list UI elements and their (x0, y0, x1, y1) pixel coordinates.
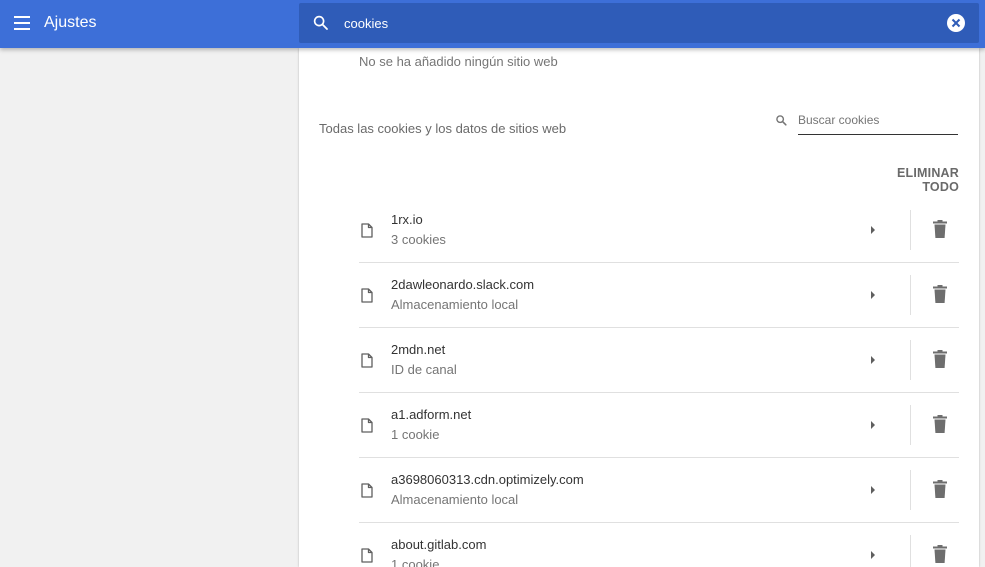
site-detail: 1 cookie (391, 427, 440, 442)
trash-icon[interactable] (933, 545, 947, 563)
menu-icon-bar (14, 16, 30, 18)
list-item[interactable]: 2mdn.net ID de canal (359, 328, 959, 393)
menu-icon-bar (14, 28, 30, 30)
arrow-right-icon[interactable] (869, 290, 877, 300)
file-icon (361, 548, 373, 563)
file-icon (361, 483, 373, 498)
menu-button[interactable] (12, 13, 32, 33)
file-icon (361, 223, 373, 238)
list-item[interactable]: 2dawleonardo.slack.com Almacenamiento lo… (359, 263, 959, 328)
arrow-right-icon[interactable] (869, 550, 877, 560)
arrow-right-icon[interactable] (869, 420, 877, 430)
file-icon (361, 418, 373, 433)
clear-icon (951, 18, 961, 28)
settings-search-input[interactable] (344, 12, 924, 34)
site-detail: Almacenamiento local (391, 297, 519, 312)
site-name: 2mdn.net (391, 342, 446, 357)
list-item[interactable]: a3698060313.cdn.optimizely.com Almacenam… (359, 458, 959, 523)
search-cookies-field (775, 105, 959, 137)
trash-icon[interactable] (933, 415, 947, 433)
section-title: Todas las cookies y los datos de sitios … (319, 121, 567, 136)
site-list: 1rx.io 3 cookies 2dawleonardo.slack.com … (359, 198, 959, 567)
site-detail: 3 cookies (391, 232, 446, 247)
list-item[interactable]: 1rx.io 3 cookies (359, 198, 959, 263)
site-detail: ID de canal (391, 362, 457, 377)
arrow-right-icon[interactable] (869, 355, 877, 365)
search-icon (776, 115, 787, 126)
site-detail: 1 cookie (391, 557, 440, 567)
file-icon (361, 353, 373, 368)
file-icon (361, 288, 373, 303)
divider (910, 275, 911, 315)
no-sites-message: No se ha añadido ningún sitio web (359, 54, 558, 69)
arrow-right-icon[interactable] (869, 485, 877, 495)
divider (910, 470, 911, 510)
divider (910, 535, 911, 567)
divider (910, 340, 911, 380)
menu-icon-bar (14, 22, 30, 24)
site-name: about.gitlab.com (391, 537, 487, 552)
trash-icon[interactable] (933, 480, 947, 498)
site-name: a1.adform.net (391, 407, 472, 422)
site-name: a3698060313.cdn.optimizely.com (391, 472, 584, 487)
arrow-right-icon[interactable] (869, 225, 877, 235)
list-item[interactable]: about.gitlab.com 1 cookie (359, 523, 959, 567)
clear-search-button[interactable] (947, 14, 965, 32)
remove-all-button[interactable]: ELIMINAR TODO (859, 166, 959, 194)
trash-icon[interactable] (933, 350, 947, 368)
top-bar: Ajustes (0, 0, 985, 48)
divider (910, 405, 911, 445)
search-cookies-input[interactable] (798, 109, 958, 135)
trash-icon[interactable] (933, 285, 947, 303)
list-item[interactable]: a1.adform.net 1 cookie (359, 393, 959, 458)
page-title: Ajustes (44, 14, 97, 31)
settings-content-panel: No se ha añadido ningún sitio web Todas … (299, 48, 979, 567)
site-detail: Almacenamiento local (391, 492, 519, 507)
search-icon (313, 15, 328, 30)
divider (910, 210, 911, 250)
site-name: 1rx.io (391, 212, 423, 227)
site-name: 2dawleonardo.slack.com (391, 277, 535, 292)
trash-icon[interactable] (933, 220, 947, 238)
settings-search-bar (299, 3, 979, 43)
